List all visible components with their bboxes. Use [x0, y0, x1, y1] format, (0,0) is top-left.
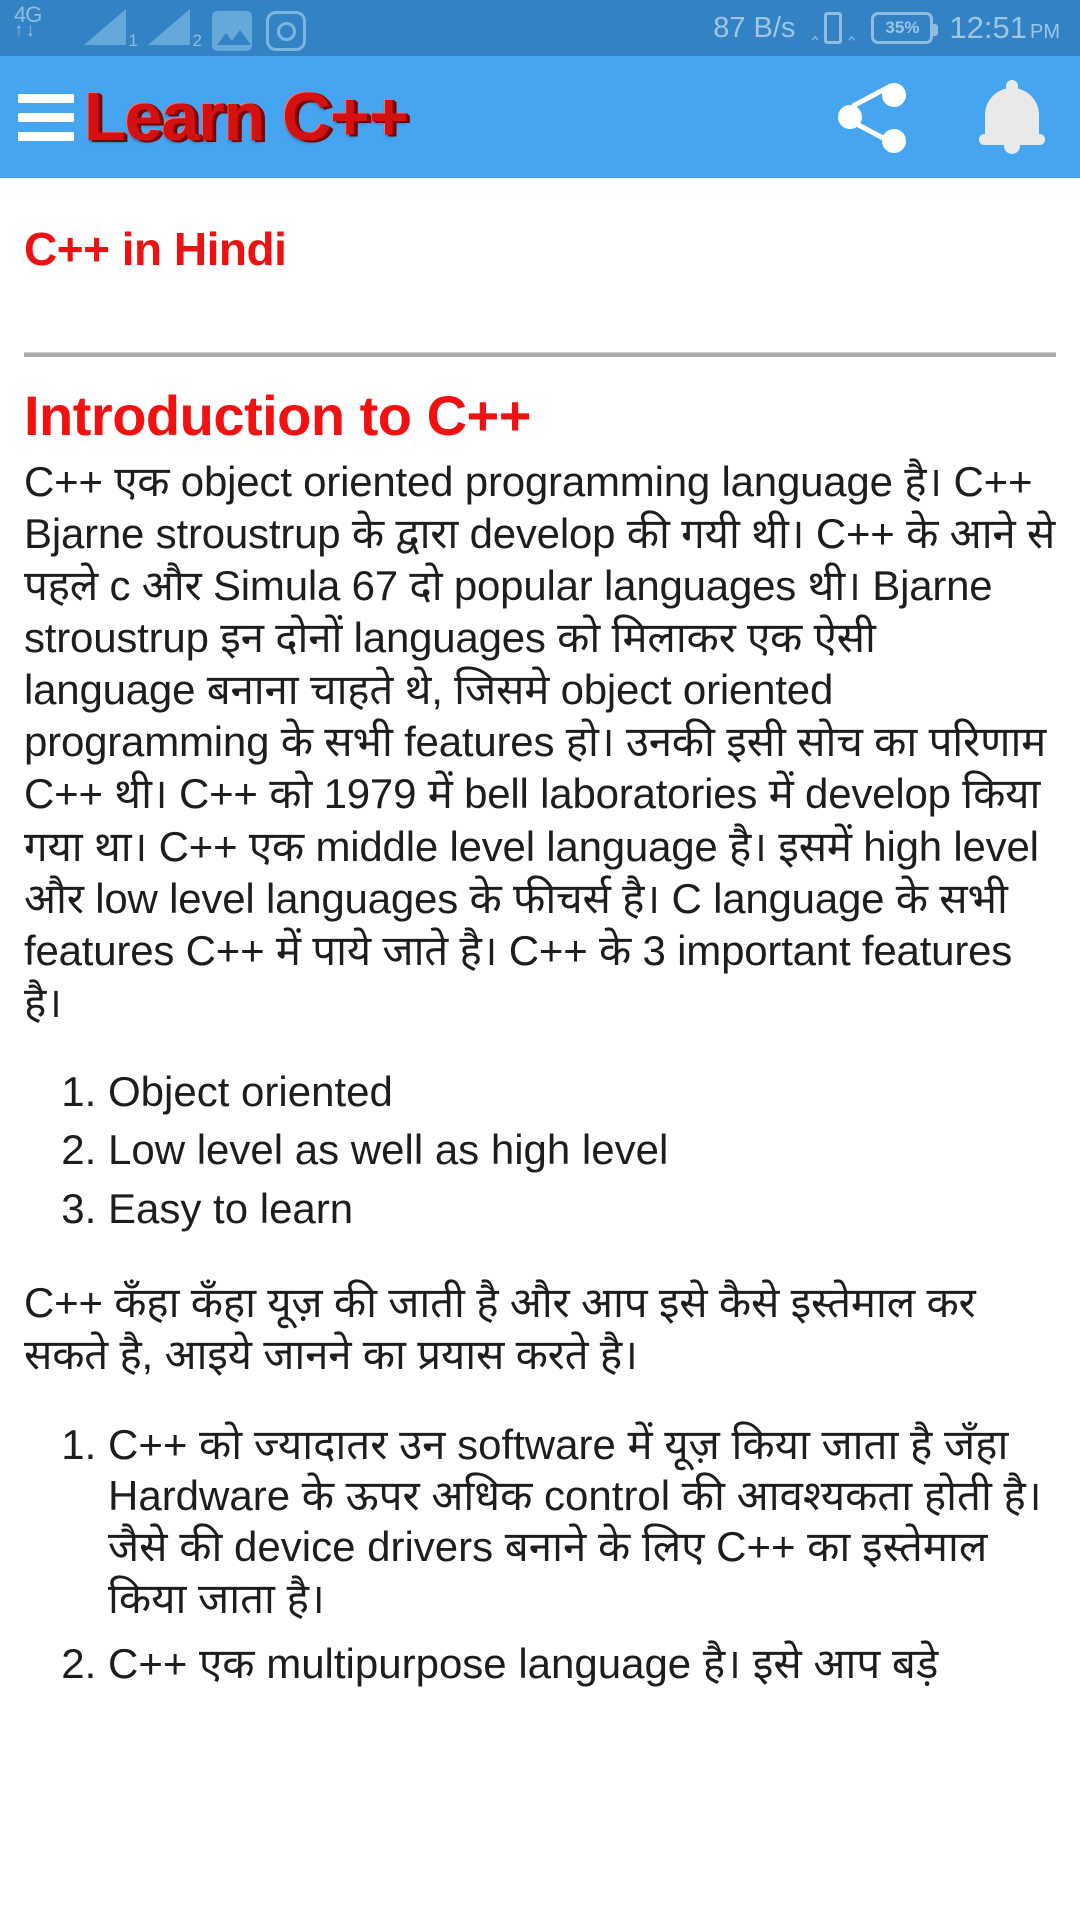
- phone-shape: [824, 12, 843, 44]
- signal-strength-sim2-icon: 2: [148, 7, 202, 51]
- app-bar: Learn C++: [0, 56, 1080, 178]
- signal-strength-sim1-icon: 1: [84, 7, 138, 51]
- clock-ampm: PM: [1030, 21, 1060, 43]
- app-logo: Learn C++: [84, 79, 409, 155]
- list-item: Low level as well as high level: [108, 1123, 1056, 1178]
- list-item: C++ को ज्यादातर उन software में यूज़ किय…: [108, 1419, 1056, 1624]
- share-node: [882, 129, 906, 153]
- list-item: C++ एक multipurpose language है। इसे आप …: [108, 1638, 1056, 1689]
- app-bar-actions: [836, 78, 1046, 156]
- menu-line: [18, 131, 74, 141]
- share-node: [882, 83, 906, 107]
- hamburger-menu-icon[interactable]: [12, 93, 74, 141]
- article-content: C++ in Hindi Introduction to C++ C++ एक …: [0, 222, 1080, 1689]
- menu-line: [18, 93, 74, 103]
- features-list: Object oriented Low level as well as hig…: [24, 1065, 1056, 1237]
- network-speed-label: 87 B/s: [713, 11, 796, 44]
- list-item: Object oriented: [108, 1065, 1056, 1120]
- network-4g-icon: 4G ↑ ↓: [14, 4, 70, 51]
- paragraph-usage-intro: C++ कँहा कँहा यूज़ की जाती है और आप इसे …: [24, 1278, 976, 1378]
- status-bar: 4G ↑ ↓ 1 2 87 B/s ‸ ‸ 35% 12:51 PM: [0, 0, 1080, 56]
- bell-clapper-shape: [1004, 144, 1020, 154]
- vibrate-wave-left: ‸: [811, 15, 819, 40]
- paragraph-intro: C++ एक object oriented programming langu…: [24, 458, 1056, 1026]
- list-item: Easy to learn: [108, 1182, 1056, 1237]
- battery-icon: 35%: [871, 12, 939, 44]
- share-node: [838, 105, 862, 129]
- usage-list: C++ को ज्यादातर उन software में यूज़ किय…: [24, 1419, 1056, 1689]
- camera-icon: [266, 11, 306, 51]
- status-bar-right: 87 B/s ‸ ‸ 35% 12:51 PM: [713, 8, 1060, 48]
- menu-line: [18, 112, 74, 122]
- gallery-icon: [212, 11, 252, 51]
- clock-time: 12:51: [949, 10, 1027, 45]
- sim2-label: 2: [192, 31, 202, 50]
- bell-body-shape: [985, 88, 1039, 140]
- camera-lens-shape: [276, 21, 296, 41]
- bell-icon[interactable]: [978, 78, 1046, 156]
- share-icon[interactable]: [836, 79, 912, 155]
- signal-bars-icon: [148, 9, 190, 45]
- sim1-label: 1: [128, 31, 138, 50]
- download-arrow-icon: ↓: [25, 20, 36, 41]
- clock: 12:51 PM: [949, 10, 1060, 46]
- data-transfer-arrows-icon: ↑ ↓: [14, 20, 70, 41]
- vibrate-icon: ‸ ‸: [811, 8, 855, 48]
- signal-bars-icon: [84, 9, 126, 45]
- section-title: Introduction to C++: [24, 384, 531, 447]
- battery-percent-label: 35%: [885, 18, 920, 37]
- page-title: C++ in Hindi: [24, 223, 287, 275]
- mountain-shape: [229, 30, 251, 45]
- upload-arrow-icon: ↑: [14, 20, 24, 41]
- divider: [24, 352, 1056, 357]
- status-bar-left: 4G ↑ ↓ 1 2: [14, 4, 306, 51]
- vibrate-wave-right: ‸: [847, 15, 856, 40]
